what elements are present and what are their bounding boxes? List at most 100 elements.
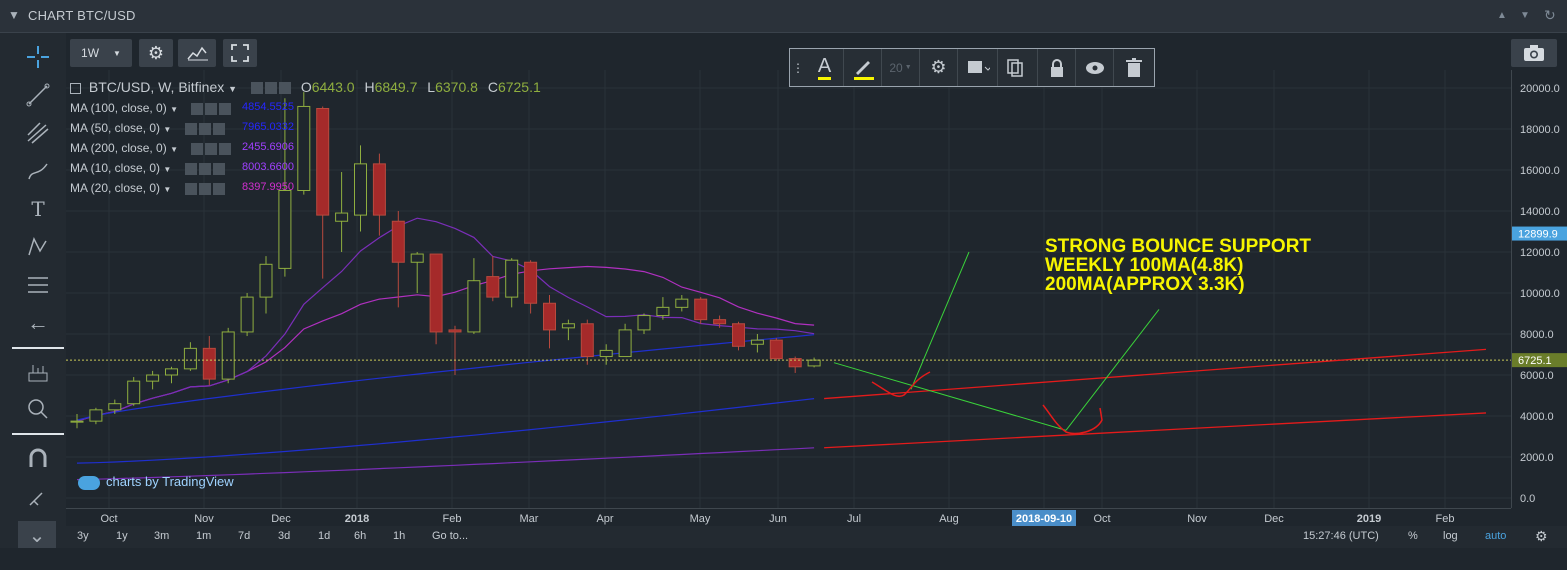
log-toggle[interactable]: log (1443, 530, 1458, 542)
ma-20-line (76, 265, 815, 422)
zoom-icon[interactable] (22, 395, 54, 423)
gear-icon[interactable] (205, 102, 218, 115)
collapse-chevron-icon[interactable]: ▼ (8, 8, 20, 22)
indicators-icon[interactable] (178, 39, 216, 67)
back-arrow-icon[interactable]: ← (22, 309, 54, 337)
price-axis[interactable]: 20000.0 18000.0 16000.0 14000.0 12000.0 10000… (1511, 70, 1567, 508)
collapse-legend-icon[interactable] (70, 82, 81, 94)
more-tools-chevron-icon[interactable]: ⌄ (18, 521, 56, 549)
clock-time[interactable]: 15:27:46 (UTC) (1303, 530, 1379, 542)
eye-icon[interactable] (184, 122, 197, 135)
dropdown-caret-icon: ▼ (113, 48, 121, 58)
chart-plot-area[interactable]: BTC/USD, W, Bitfinex ▼ O6443.0 H6849.7 L… (66, 70, 1511, 508)
gear-icon[interactable] (198, 122, 211, 135)
tradingview-watermark[interactable]: charts by TradingView (78, 474, 234, 490)
candle-body (675, 298, 689, 308)
lock-drawings-icon[interactable] (22, 483, 54, 511)
trend-line-icon[interactable] (22, 81, 54, 109)
price-tick-label: 16000.0 (1520, 165, 1560, 177)
visual-order-icon[interactable] (958, 49, 998, 86)
time-tick-label: Aug (939, 513, 959, 525)
text-color-icon[interactable]: A (806, 49, 844, 86)
goto-button[interactable]: Go to... (432, 530, 468, 542)
candle (316, 106, 330, 279)
gear-icon[interactable] (198, 182, 211, 195)
line-color-icon[interactable] (844, 49, 882, 86)
settings-gear-icon[interactable]: ⚙ (139, 39, 173, 67)
crosshair-icon[interactable] (22, 43, 54, 71)
annotation-text[interactable]: STRONG BOUNCE SUPPORT WEEKLY 100MA(4.8K)… (1045, 237, 1311, 294)
annotation-line: 200MA(APPROX 3.3K) (1045, 274, 1245, 295)
time-axis[interactable]: Oct Nov Dec 2018 Feb Mar Apr May Jun Jul Aug 2018-0… (66, 508, 1511, 526)
auto-toggle[interactable]: auto (1485, 530, 1506, 542)
snapshot-camera-icon[interactable] (1511, 39, 1557, 67)
indicator-legend-row[interactable]: MA (100, close, 0) ▼ 4854.5525 (70, 101, 294, 115)
time-tick-label: May (690, 513, 711, 525)
time-tick-label: 2018 (345, 513, 369, 525)
caret-icon[interactable]: ▼ (170, 105, 178, 114)
eye-icon[interactable] (250, 82, 263, 95)
indicator-legend-row[interactable]: MA (20, close, 0) ▼ 8397.9950 (70, 181, 294, 195)
close-icon[interactable] (219, 102, 232, 115)
drag-handle-icon[interactable]: ⋮ (790, 49, 806, 86)
caret-icon[interactable]: ▼ (163, 125, 171, 134)
magnet-icon[interactable] (22, 445, 54, 473)
indicator-value: 2455.6906 (242, 141, 294, 153)
interval-dropdown[interactable]: 1W ▼ (70, 39, 132, 67)
range-button[interactable]: 3y (77, 530, 89, 542)
gear-icon[interactable] (264, 82, 277, 95)
range-button[interactable]: 1m (196, 530, 211, 542)
caret-icon[interactable]: ▼ (163, 185, 171, 194)
symbol-name[interactable]: BTC/USD, W, Bitfinex (89, 79, 224, 95)
close-icon[interactable] (212, 162, 225, 175)
caret-icon[interactable]: ▼ (163, 165, 171, 174)
brush-icon[interactable] (22, 157, 54, 185)
range-button[interactable]: 6h (354, 530, 366, 542)
range-button[interactable]: 1h (393, 530, 405, 542)
percent-toggle[interactable]: % (1408, 530, 1418, 542)
range-button[interactable]: 3d (278, 530, 290, 542)
fullscreen-icon[interactable] (223, 39, 257, 67)
range-button[interactable]: 3m (154, 530, 169, 542)
time-tick-label: Mar (520, 513, 539, 525)
candle-body (259, 263, 273, 298)
symbol-caret-icon[interactable]: ▼ (228, 84, 237, 94)
eye-icon[interactable] (1076, 49, 1114, 86)
measure-icon[interactable] (22, 359, 54, 387)
font-size-dropdown[interactable]: 20 ▼ (882, 49, 920, 86)
close-icon[interactable] (212, 182, 225, 195)
gear-icon[interactable] (198, 162, 211, 175)
arrow-down-icon[interactable]: ▼ (1520, 10, 1530, 21)
eye-icon[interactable] (184, 162, 197, 175)
eye-icon[interactable] (191, 102, 204, 115)
arrow-up-icon[interactable]: ▲ (1497, 10, 1507, 21)
text-tool-icon[interactable]: T (22, 195, 54, 223)
settings-gear-icon[interactable]: ⚙ (1535, 528, 1548, 545)
settings-icon[interactable]: ⚙ (920, 49, 958, 86)
trash-icon[interactable] (1114, 49, 1154, 86)
pattern-icon[interactable] (22, 233, 54, 261)
close-icon[interactable] (219, 142, 232, 155)
gear-icon[interactable] (205, 142, 218, 155)
eye-icon[interactable] (191, 142, 204, 155)
candle-body (732, 323, 745, 347)
range-button[interactable]: 1d (318, 530, 330, 542)
indicator-value: 7965.0332 (242, 121, 294, 133)
indicator-legend-row[interactable]: MA (10, close, 0) ▼ 8003.6600 (70, 161, 294, 175)
refresh-icon[interactable]: ↻ (1544, 7, 1556, 24)
eye-icon[interactable] (184, 182, 197, 195)
lock-icon[interactable] (1038, 49, 1076, 86)
fib-icon[interactable] (22, 271, 54, 299)
time-tick-label: Nov (194, 513, 214, 525)
candle (183, 342, 197, 371)
indicator-legend-row[interactable]: MA (50, close, 0) ▼ 7965.0332 (70, 121, 294, 135)
pitchfork-icon[interactable] (22, 119, 54, 147)
range-button[interactable]: 1y (116, 530, 128, 542)
close-icon[interactable] (212, 122, 225, 135)
range-button[interactable]: 7d (238, 530, 250, 542)
close-icon[interactable] (278, 82, 291, 95)
clone-icon[interactable] (998, 49, 1038, 86)
ohlc-open-label: O (300, 79, 312, 95)
caret-icon[interactable]: ▼ (170, 145, 178, 154)
indicator-legend-row[interactable]: MA (200, close, 0) ▼ 2455.6906 (70, 141, 294, 155)
